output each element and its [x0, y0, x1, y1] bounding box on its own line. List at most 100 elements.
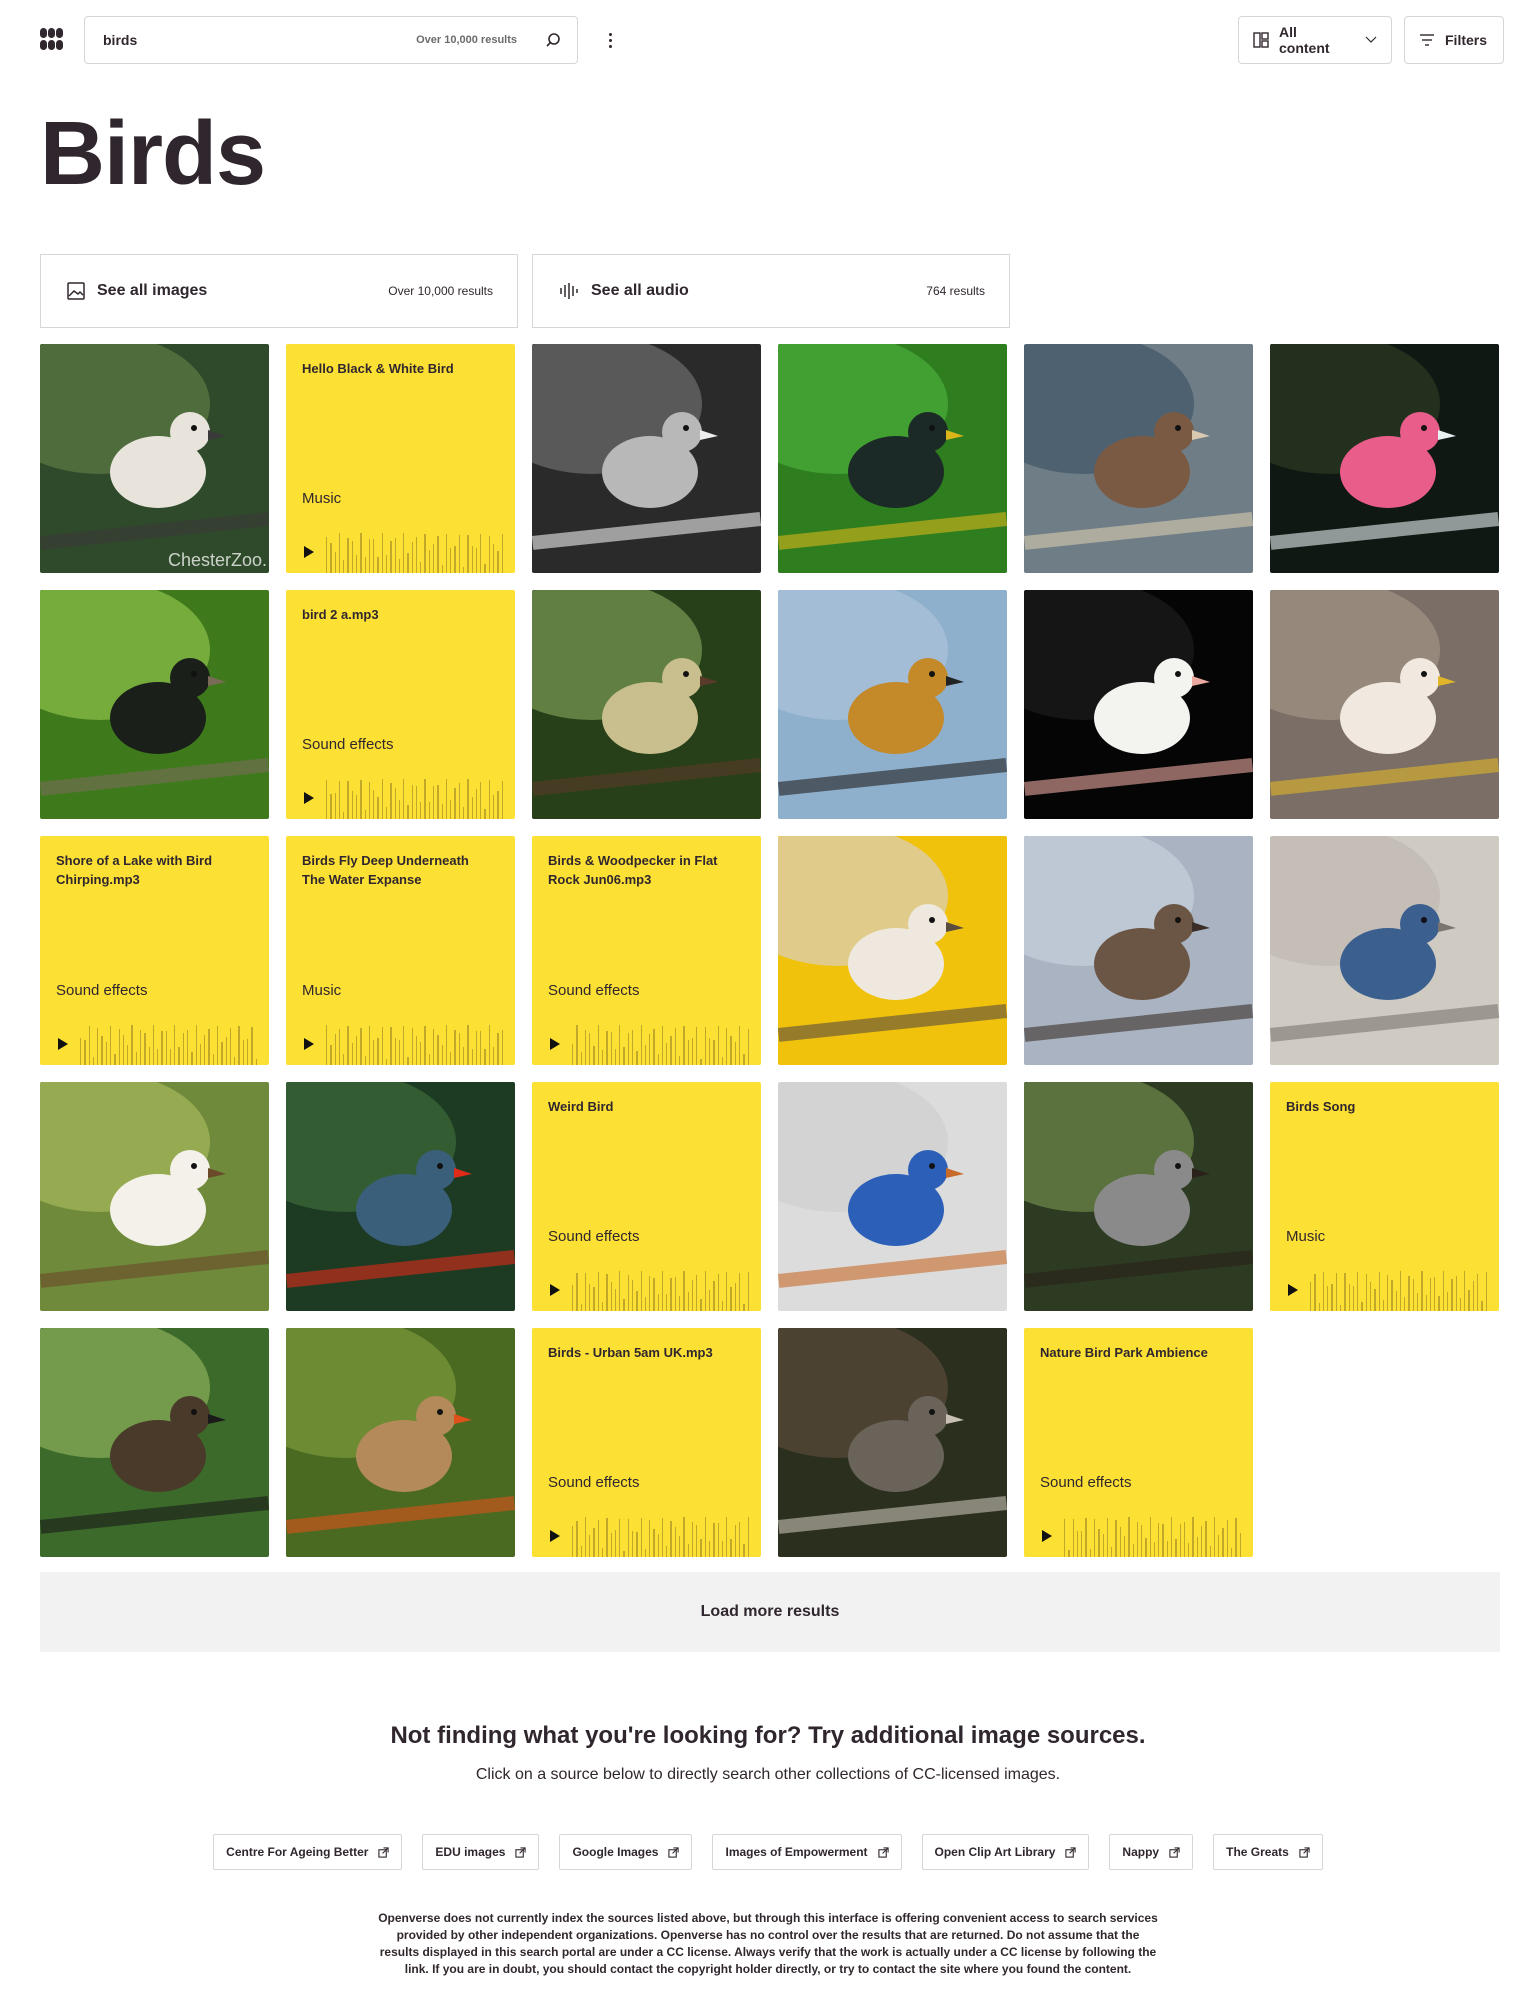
audio-title: Birds - Urban 5am UK.mp3: [548, 1345, 713, 1360]
audio-title: Birds Song: [1286, 1099, 1356, 1114]
load-more-button[interactable]: Load more results: [40, 1572, 1500, 1652]
audio-result-tile[interactable]: bird 2 a.mp3 Sound effects: [286, 590, 515, 819]
source-link[interactable]: The Greats: [1213, 1834, 1323, 1870]
audio-genre: Sound effects: [548, 1474, 640, 1491]
audio-result-tile[interactable]: Shore of a Lake with Bird Chirping.mp3 So…: [40, 836, 269, 1065]
images-count: Over 10,000 results: [388, 284, 493, 298]
disclaimer: Openverse does not currently index the s…: [378, 1911, 1158, 1976]
waveform: [1064, 1515, 1241, 1557]
image-result-falcon[interactable]: [1270, 590, 1499, 819]
source-link[interactable]: Google Images: [559, 1834, 693, 1870]
content-type-button[interactable]: All content: [1238, 16, 1392, 64]
play-icon[interactable]: [304, 1038, 314, 1050]
image-result-hummingbird[interactable]: [286, 1082, 515, 1311]
external-link-icon: [877, 1846, 889, 1858]
image-result-sparrows-bw[interactable]: [532, 344, 761, 573]
play-icon[interactable]: [550, 1038, 560, 1050]
image-result-bird-on-twig[interactable]: [1024, 836, 1253, 1065]
waveform: [572, 1023, 749, 1065]
image-result-mockingbird[interactable]: [1024, 1082, 1253, 1311]
play-icon[interactable]: [58, 1038, 68, 1050]
audio-result-tile[interactable]: Weird Bird Sound effects: [532, 1082, 761, 1311]
audio-genre: Music: [1286, 1228, 1326, 1245]
audio-genre: Music: [302, 490, 342, 507]
source-link[interactable]: Images of Empowerment: [712, 1834, 902, 1870]
play-icon[interactable]: [550, 1530, 560, 1542]
image-result-starling-green[interactable]: [778, 344, 1007, 573]
filters-label: Filters: [1445, 32, 1488, 48]
external-sources: Centre For Ageing Better EDU images Goog…: [0, 1834, 1536, 1870]
external-link-icon: [1169, 1846, 1180, 1858]
see-all-audio-button[interactable]: See all audio 764 results: [532, 254, 1010, 328]
content-type-label: All content: [1279, 24, 1330, 56]
not-finding-subtitle: Click on a source below to directly sear…: [475, 1766, 1061, 1783]
waveform: [326, 531, 503, 573]
image-result-sicklebill[interactable]: [40, 1328, 269, 1557]
audio-result-tile[interactable]: Birds - Urban 5am UK.mp3 Sound effects: [532, 1328, 761, 1557]
more-options-icon[interactable]: [596, 24, 624, 56]
audio-genre: Sound effects: [1040, 1474, 1132, 1491]
audio-title: Birds Fly Deep Underneath The Water Expa…: [302, 853, 469, 887]
audio-result-tile[interactable]: Birds Fly Deep Underneath The Water Expa…: [286, 836, 515, 1065]
external-link-icon: [668, 1846, 680, 1858]
audio-genre: Sound effects: [548, 982, 640, 999]
audio-title: bird 2 a.mp3: [302, 607, 379, 622]
waveform: [326, 777, 503, 819]
image-result-bluebird[interactable]: [778, 1082, 1007, 1311]
search-result-count: Over 10,000 results: [416, 34, 517, 46]
waveform: [80, 1023, 257, 1065]
image-icon: [67, 282, 85, 300]
audio-result-tile[interactable]: Hello Black & White Bird Music: [286, 344, 515, 573]
source-link[interactable]: Open Clip Art Library: [921, 1834, 1090, 1870]
image-watermark: ChesterZoo.: [167, 550, 267, 570]
audio-title: Nature Bird Park Ambience: [1040, 1345, 1208, 1360]
waveform: [572, 1269, 749, 1311]
results-grid: ChesterZoo. Hello Black & White Bird Music…: [40, 344, 1500, 1557]
see-all-audio-label: See all audio: [591, 282, 689, 299]
audio-title: Shore of a Lake with Bird Chirping.mp3: [56, 853, 213, 887]
external-link-icon: [1065, 1846, 1077, 1858]
audio-genre: Sound effects: [56, 982, 148, 999]
search-bar[interactable]: Over 10,000 results: [84, 16, 578, 64]
not-finding-title: Not finding what you're looking for? Try…: [390, 1722, 1146, 1749]
image-result-falcon-closeup[interactable]: [778, 836, 1007, 1065]
external-link-icon: [378, 1846, 390, 1858]
image-result-scrub-jay[interactable]: [1270, 836, 1499, 1065]
search-input[interactable]: [101, 31, 417, 49]
filters-button[interactable]: Filters: [1404, 16, 1504, 64]
image-result-finches[interactable]: [286, 1328, 515, 1557]
audio-result-tile[interactable]: Birds & Woodpecker in Flat Rock Jun06.mp…: [532, 836, 761, 1065]
waveform: [326, 1023, 503, 1065]
source-link[interactable]: Centre For Ageing Better: [213, 1834, 403, 1870]
image-result-starling-dark[interactable]: [40, 590, 269, 819]
search-icon[interactable]: [545, 32, 561, 48]
play-icon[interactable]: [1042, 1530, 1052, 1542]
external-link-icon: [515, 1846, 527, 1858]
image-result-cockatiel[interactable]: [1024, 590, 1253, 819]
layout-icon: [1253, 32, 1269, 48]
audio-wave-icon: [559, 282, 579, 300]
external-link-icon: [1299, 1846, 1310, 1858]
image-result-flycatcher[interactable]: [40, 1082, 269, 1311]
source-link[interactable]: Nappy: [1109, 1834, 1194, 1870]
image-result-ostrich[interactable]: [778, 1328, 1007, 1557]
image-result-geese[interactable]: [1024, 344, 1253, 573]
page-title: Birds: [40, 104, 266, 204]
play-icon[interactable]: [1288, 1284, 1298, 1296]
audio-title: Weird Bird: [548, 1099, 614, 1114]
audio-genre: Music: [302, 982, 342, 999]
image-result-spoonbill[interactable]: [1270, 344, 1499, 573]
source-link[interactable]: EDU images: [422, 1834, 540, 1870]
audio-title: Hello Black & White Bird: [302, 361, 454, 376]
audio-result-tile[interactable]: Birds Song Music: [1270, 1082, 1499, 1311]
play-icon[interactable]: [304, 546, 314, 558]
image-result-bird-on-wire[interactable]: [778, 590, 1007, 819]
audio-count: 764 results: [926, 284, 985, 298]
audio-result-tile[interactable]: Nature Bird Park Ambience Sound effects: [1024, 1328, 1253, 1557]
openverse-logo[interactable]: [40, 28, 64, 52]
image-result-bird-in-branches[interactable]: [532, 590, 761, 819]
play-icon[interactable]: [550, 1284, 560, 1296]
image-result-white-dove[interactable]: ChesterZoo.: [40, 344, 269, 573]
play-icon[interactable]: [304, 792, 314, 804]
see-all-images-button[interactable]: See all images Over 10,000 results: [40, 254, 518, 328]
